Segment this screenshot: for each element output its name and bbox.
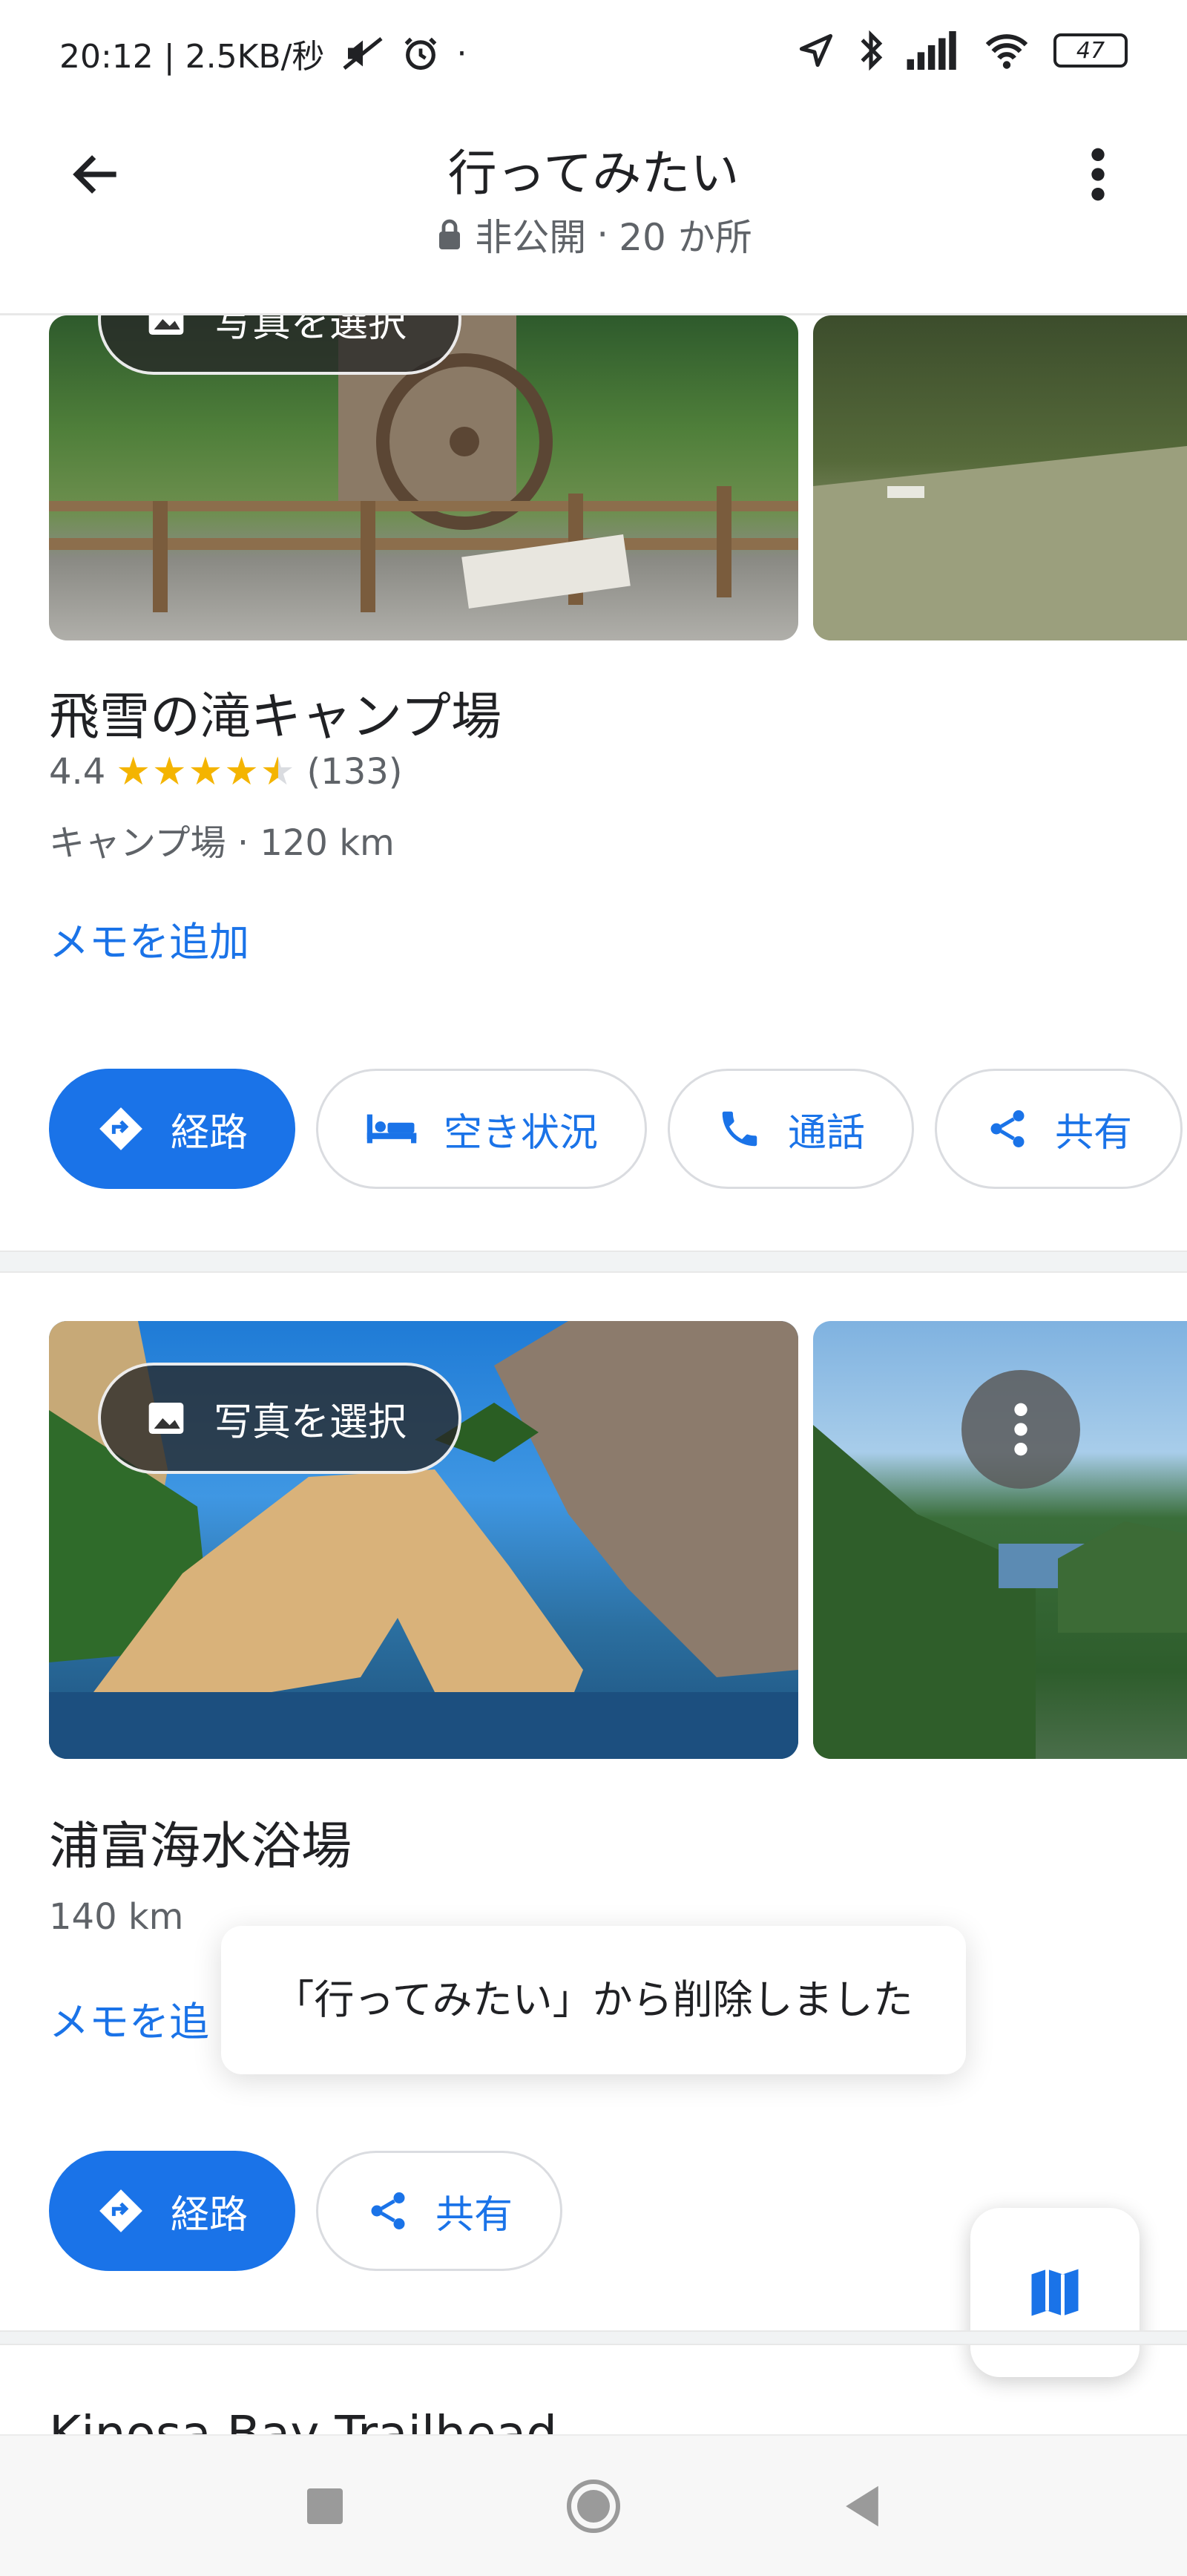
select-photo-label: 写真を選択 <box>214 1400 407 1445</box>
place-meta-2: 140 km <box>49 1896 184 1938</box>
image-icon <box>148 1403 184 1434</box>
share-icon <box>990 1110 1025 1147</box>
subtitle-separator: · <box>596 213 609 256</box>
place-name-1[interactable]: 飛雪の滝キャンプ場 <box>49 675 502 749</box>
status-time-speed: 20:12 | 2.5KB/秒 <box>59 38 325 76</box>
more-options-button[interactable] <box>1061 137 1135 212</box>
home-icon <box>567 2480 620 2533</box>
back-nav-button[interactable] <box>825 2469 899 2543</box>
action-row-1: 経路 空き状況 通話 共有 <box>49 1069 1183 1189</box>
image-icon <box>148 315 184 335</box>
share-label: 共有 <box>435 2192 513 2238</box>
alarm-icon <box>405 37 437 71</box>
directions-label: 経路 <box>170 1110 248 1156</box>
removed-snackbar: 「行ってみたい」から削除しました <box>221 1926 966 2074</box>
bluetooth-icon <box>861 30 883 71</box>
rating-row-1: 4.4 ★★★★★ (133) <box>49 750 403 794</box>
phone-icon <box>722 1111 757 1147</box>
status-bar: 20:12 | 2.5KB/秒 · 47 <box>0 0 1187 104</box>
photo-more-button[interactable] <box>961 1370 1080 1489</box>
back-triangle-icon <box>846 2485 878 2527</box>
availability-label: 空き状況 <box>443 1110 598 1156</box>
map-view-button[interactable] <box>970 2208 1140 2377</box>
availability-button[interactable]: 空き状況 <box>316 1069 647 1189</box>
select-photo-label: 写真を選択 <box>214 315 407 346</box>
place-photo-waterwheel[interactable]: 写真を選択 <box>49 315 798 640</box>
app-bar: 行ってみたい 非公開 · 20 か所 <box>0 104 1187 315</box>
wifi-icon <box>985 34 1028 69</box>
directions-label: 経路 <box>170 2192 248 2238</box>
call-label: 通話 <box>787 1110 865 1156</box>
list-subtitle: 非公開 · 20 か所 <box>0 208 1187 261</box>
status-left: 20:12 | 2.5KB/秒 · <box>59 30 467 77</box>
place-count: 20 か所 <box>619 216 752 259</box>
hotel-bed-icon <box>366 1114 417 1144</box>
status-right: 47 <box>797 30 1128 71</box>
place-photo-field[interactable] <box>813 315 1187 640</box>
privacy-label: 非公開 <box>475 216 587 259</box>
list-title: 行ってみたい <box>447 145 740 202</box>
place-photo-rock-arch[interactable]: 写真を選択 <box>49 1321 798 1759</box>
more-vert-icon <box>1014 1403 1027 1456</box>
home-button[interactable] <box>556 2469 631 2543</box>
place-name-2[interactable]: 浦富海水浴場 <box>49 1805 352 1878</box>
share-button-1[interactable]: 共有 <box>935 1069 1183 1189</box>
review-count: (133) <box>306 751 403 793</box>
next-place-name[interactable]: Kinosa Bay Trailhead <box>49 2405 557 2434</box>
action-row-2: 経路 共有 <box>49 2151 562 2271</box>
directions-button[interactable]: 経路 <box>49 1069 295 1189</box>
rating-stars-icon: ★★★★★ <box>116 750 297 794</box>
more-vert-icon <box>1091 148 1105 201</box>
place-meta-1: キャンプ場 · 120 km <box>49 822 395 864</box>
field-scene <box>813 446 1187 640</box>
place-photo-coast[interactable] <box>813 1321 1187 1759</box>
share-label: 共有 <box>1054 1110 1132 1156</box>
directions-button-2[interactable]: 経路 <box>49 2151 295 2271</box>
signal-icon <box>907 31 956 70</box>
mute-icon <box>343 37 383 70</box>
place-photos-2[interactable]: 写真を選択 <box>49 1321 1187 1759</box>
recents-icon <box>307 2488 343 2524</box>
lock-icon <box>439 219 461 249</box>
select-photo-chip[interactable]: 写真を選択 <box>98 315 462 375</box>
card-divider-2 <box>0 2330 1187 2345</box>
call-button[interactable]: 通話 <box>668 1069 914 1189</box>
add-memo-link-2[interactable]: メモを追 <box>49 1989 209 2048</box>
directions-icon <box>99 2189 142 2232</box>
rating-value: 4.4 <box>49 751 106 793</box>
share-icon <box>371 2192 405 2229</box>
recents-button[interactable] <box>288 2469 362 2543</box>
directions-icon <box>99 1107 142 1150</box>
system-nav-bar <box>0 2434 1187 2576</box>
place-photos-1[interactable]: 写真を選択 <box>49 315 1187 640</box>
add-memo-link-1[interactable]: メモを追加 <box>49 909 249 968</box>
battery-indicator: 47 <box>1053 33 1128 68</box>
select-photo-chip-2[interactable]: 写真を選択 <box>98 1363 462 1474</box>
share-button-2[interactable]: 共有 <box>316 2151 562 2271</box>
map-icon <box>1031 2269 1079 2316</box>
card-divider <box>0 1251 1187 1273</box>
status-dot: · <box>456 34 467 73</box>
location-icon <box>799 33 833 68</box>
